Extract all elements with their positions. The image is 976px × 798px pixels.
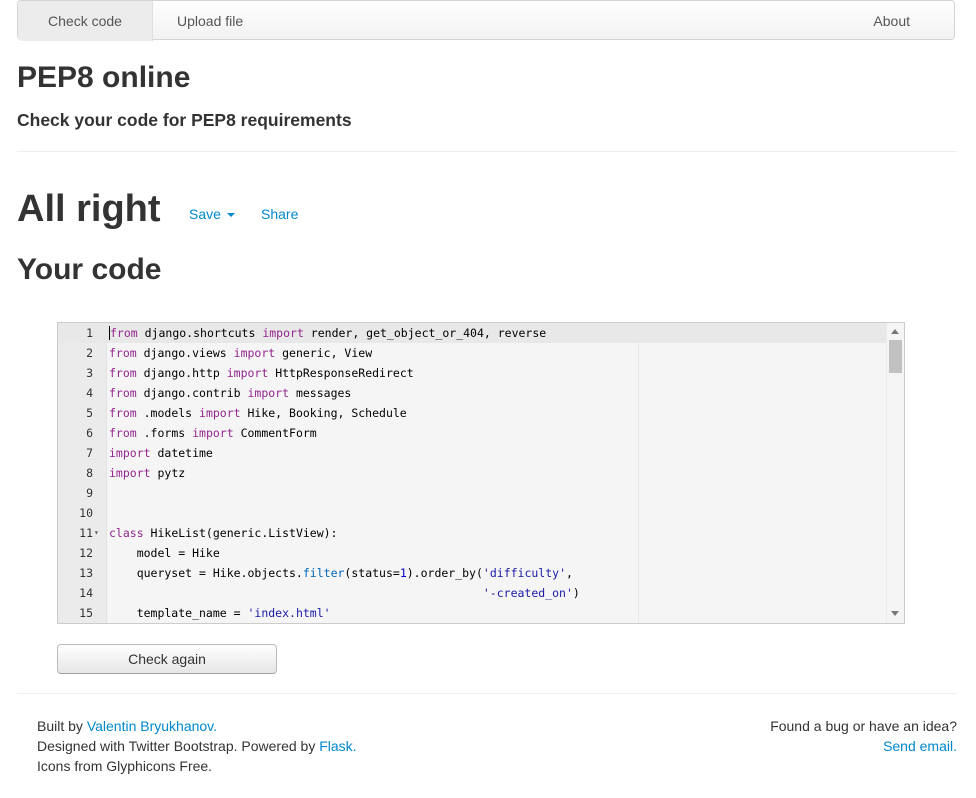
line-number: 14	[79, 586, 93, 600]
nav-upload-file[interactable]: Upload file	[177, 1, 243, 41]
code-editor[interactable]: 1 from django.shortcuts import render, ge…	[57, 322, 905, 624]
footer-designed: Designed with Twitter Bootstrap. Powered…	[37, 738, 357, 754]
save-label: Save	[189, 206, 221, 222]
footer-right: Found a bug or have an idea? Send email.	[770, 716, 957, 756]
line-number: 9	[86, 486, 93, 500]
nav-about[interactable]: About	[873, 1, 910, 41]
code-text: import datetime	[109, 446, 213, 460]
code-line: 3 from django.http import HttpResponseRed…	[58, 363, 886, 383]
divider	[17, 151, 957, 152]
scroll-down-icon[interactable]	[891, 611, 899, 616]
line-number: 1	[86, 326, 93, 340]
code-line: 8 import pytz	[58, 463, 886, 483]
flask-link[interactable]: Flask.	[319, 738, 356, 754]
page-subtitle: Check your code for PEP8 requirements	[17, 110, 352, 130]
code-text: '-created_on')	[482, 586, 580, 600]
code-text: queryset = Hike.objects.filter(status=1)…	[109, 566, 573, 580]
line-number: 15	[79, 606, 93, 620]
check-again-button[interactable]: Check again	[57, 644, 277, 674]
code-line: 14 '-created_on')	[58, 583, 886, 603]
footer-bug-text: Found a bug or have an idea?	[770, 718, 957, 734]
author-link[interactable]: Valentin Bryukhanov.	[87, 718, 217, 734]
code-line: 7 import datetime	[58, 443, 886, 463]
line-number: 3	[86, 366, 93, 380]
code-text: import pytz	[109, 466, 186, 480]
line-number: 10	[79, 506, 93, 520]
footer-built-by: Built by Valentin Bryukhanov.	[37, 718, 218, 734]
code-line: 15 template_name = 'index.html'	[58, 603, 886, 623]
nav-check-code[interactable]: Check code	[18, 1, 153, 41]
code-text: from django.contrib import messages	[109, 386, 352, 400]
send-email-link[interactable]: Send email.	[883, 738, 957, 754]
footer-icons: Icons from Glyphicons Free.	[37, 758, 213, 774]
code-line: 6 from .forms import CommentForm	[58, 423, 886, 443]
line-number: 7	[86, 446, 93, 460]
line-number: 13	[79, 566, 93, 580]
line-number: 6	[86, 426, 93, 440]
top-navbar: Check code Upload file About	[17, 0, 955, 41]
page-title: PEP8 online	[17, 61, 191, 94]
code-text: model = Hike	[109, 546, 220, 560]
code-line: 12 model = Hike	[58, 543, 886, 563]
code-text: from django.views import generic, View	[109, 346, 373, 360]
footer-divider	[17, 693, 957, 694]
code-line: 1 from django.shortcuts import render, ge…	[58, 323, 886, 343]
code-text: template_name = 'index.html'	[109, 606, 331, 620]
result-status: All right	[17, 188, 161, 230]
scroll-thumb[interactable]	[889, 340, 902, 373]
your-code-heading: Your code	[17, 253, 162, 286]
code-text: from .forms import CommentForm	[109, 426, 317, 440]
fold-arrow-icon[interactable]: ▾	[94, 523, 99, 543]
line-number: 5	[86, 406, 93, 420]
footer-left: Built by Valentin Bryukhanov. Designed w…	[37, 716, 357, 776]
code-text: from django.shortcuts import render, get…	[109, 326, 547, 340]
code-line: 10	[58, 503, 886, 523]
code-line: 13 queryset = Hike.objects.filter(status…	[58, 563, 886, 583]
save-dropdown[interactable]: Save	[189, 206, 235, 222]
code-line: 9	[58, 483, 886, 503]
code-text: from django.http import HttpResponseRedi…	[109, 366, 414, 380]
code-text: class HikeList(generic.ListView):	[109, 526, 338, 540]
editor-scrollbar[interactable]	[886, 323, 904, 623]
code-line: 11 ▾ class HikeList(generic.ListView):	[58, 523, 886, 543]
code-line: 4 from django.contrib import messages	[58, 383, 886, 403]
line-number: 8	[86, 466, 93, 480]
code-text: from .models import Hike, Booking, Sched…	[109, 406, 407, 420]
line-number: 12	[79, 546, 93, 560]
scroll-up-icon[interactable]	[891, 329, 899, 334]
code-line: 2 from django.views import generic, View	[58, 343, 886, 363]
line-number: 4	[86, 386, 93, 400]
code-lines: 1 from django.shortcuts import render, ge…	[58, 323, 886, 623]
line-number: 2	[86, 346, 93, 360]
share-link[interactable]: Share	[261, 206, 298, 222]
line-number: 11	[79, 526, 93, 540]
code-line: 5 from .models import Hike, Booking, Sche…	[58, 403, 886, 423]
caret-down-icon	[226, 213, 235, 218]
